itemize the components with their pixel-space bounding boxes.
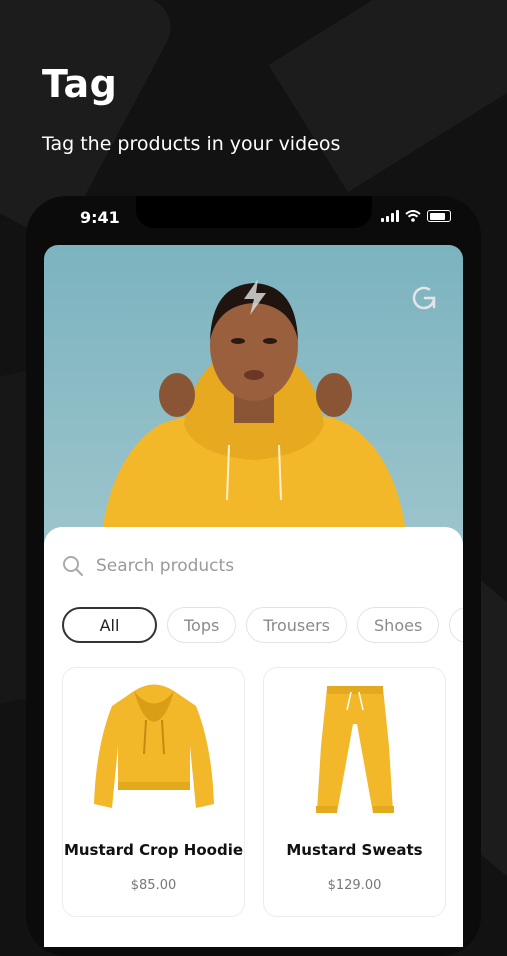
sweatpants-image — [315, 686, 394, 813]
category-chip-tops[interactable]: Tops — [167, 607, 237, 643]
wifi-icon — [405, 210, 421, 222]
product-price: $129.00 — [327, 878, 382, 893]
product-card[interactable]: Mustard Sweats $129.00 — [263, 667, 446, 917]
search-input[interactable] — [94, 555, 358, 577]
page-subtitle: Tag the products in your videos — [42, 133, 341, 155]
hoodie-image — [93, 684, 214, 808]
status-time: 9:41 — [80, 208, 120, 227]
product-price: $85.00 — [130, 878, 177, 893]
phone-notch — [136, 196, 372, 228]
category-chip-all[interactable]: All — [62, 607, 157, 643]
product-image — [264, 676, 445, 826]
product-name: Mustard Sweats — [286, 841, 423, 859]
search-bar[interactable] — [62, 555, 358, 577]
category-chip-shoes[interactable]: Shoes — [357, 607, 440, 643]
category-chip-partial[interactable]: A — [449, 607, 463, 643]
product-card[interactable]: Mustard Crop Hoodie $85.00 — [62, 667, 245, 917]
category-filter: All Tops Trousers Shoes A — [62, 607, 463, 643]
battery-icon — [427, 210, 451, 222]
product-image — [63, 676, 244, 826]
video-preview[interactable] — [44, 245, 463, 565]
flip-camera-icon[interactable] — [409, 283, 439, 313]
status-icons — [381, 210, 451, 222]
search-icon — [63, 556, 83, 576]
product-picker-sheet: All Tops Trousers Shoes A Mustard Crop H… — [44, 527, 463, 947]
category-chip-trousers[interactable]: Trousers — [246, 607, 348, 643]
flash-icon[interactable] — [240, 277, 270, 317]
background-shape — [268, 0, 507, 193]
product-name: Mustard Crop Hoodie — [63, 841, 244, 859]
page-title: Tag — [42, 62, 118, 106]
cellular-signal-icon — [381, 210, 399, 222]
